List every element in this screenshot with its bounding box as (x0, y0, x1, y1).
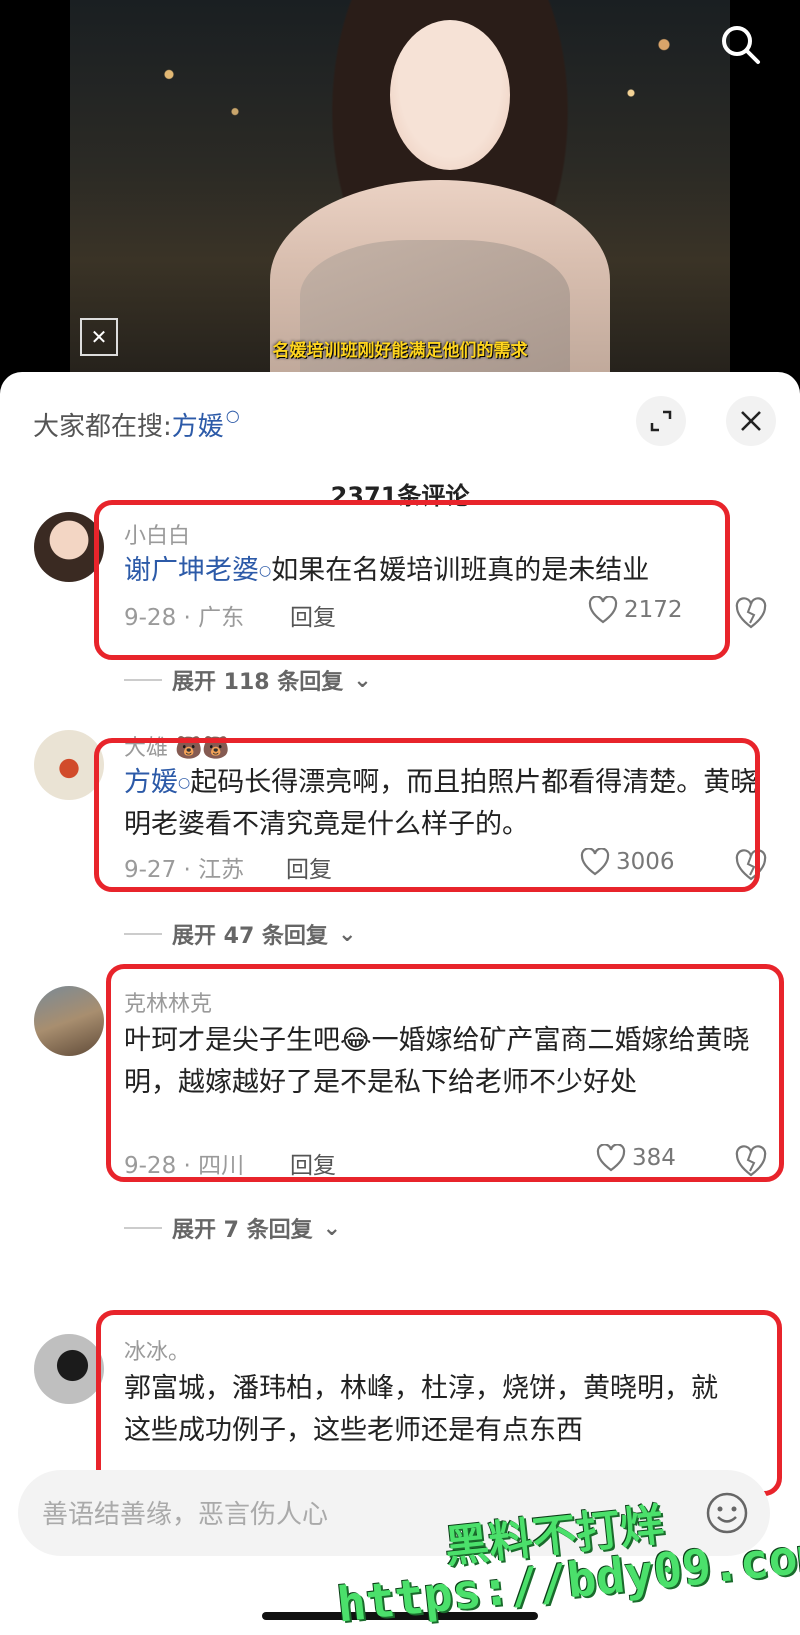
avatar[interactable] (34, 986, 104, 1056)
highlight-box (94, 500, 730, 660)
avatar[interactable] (34, 1334, 104, 1404)
emoji-icon[interactable] (704, 1490, 750, 1536)
expand-replies-button[interactable]: 展开 118 条回复 ⌄ (124, 664, 372, 696)
expand-replies-button[interactable]: 展开 7 条回复 ⌄ (124, 1212, 341, 1244)
trending-prefix: 大家都在搜: (33, 412, 172, 442)
comments-header: 大家都在搜:方媛 ○ 2371条评论 (0, 372, 800, 510)
comment-item: 克林林克 叶珂才是尖子生吧😂一婚嫁给矿产富商二婚嫁给黄晓明，越嫁越好了是不是私下… (0, 964, 800, 1286)
divider-line (124, 1227, 162, 1229)
chevron-down-icon: ⌄ (322, 1215, 342, 1241)
close-button[interactable] (726, 396, 776, 446)
divider-line (124, 933, 162, 935)
divider-line (124, 679, 162, 681)
fullscreen-button[interactable] (636, 396, 686, 446)
search-small-icon: ○ (225, 406, 240, 425)
trending-search[interactable]: 大家都在搜:方媛 ○ (33, 406, 240, 443)
expand-icon (650, 410, 672, 432)
comment-input-placeholder: 善语结善缘，恶言伤人心 (42, 1500, 329, 1530)
comments-sheet: 大家都在搜:方媛 ○ 2371条评论 小白白 谢广坤老婆○如果在名媛培训班真的是未… (0, 372, 800, 1635)
expand-replies-label: 展开 7 条回复 (172, 1218, 313, 1243)
chevron-down-icon: ⌄ (337, 921, 357, 947)
highlight-box (106, 964, 784, 1182)
comment-item: 大雄 🐻🐻 方媛○起码长得漂亮啊，而且拍照片都看得清楚。黄晓明老婆看不清究竟是什… (0, 730, 800, 970)
video-subject-face (390, 20, 510, 170)
expand-replies-label: 展开 118 条回复 (172, 670, 344, 695)
dislike-icon[interactable] (734, 596, 768, 630)
chevron-down-icon: ⌄ (353, 667, 372, 693)
highlight-box (94, 738, 760, 892)
video-player[interactable]: ✕ 名媛培训班刚好能满足他们的需求 (0, 0, 800, 372)
search-button[interactable] (718, 22, 762, 66)
close-icon (741, 411, 761, 431)
search-icon (722, 26, 760, 64)
comment-item: 冰冰。 郭富城，潘玮柏，林峰，杜淳，烧饼，黄晓明，就这些成功例子，这些老师还是有… (0, 1310, 800, 1496)
expand-replies-label: 展开 47 条回复 (172, 924, 328, 949)
highlight-box (96, 1310, 782, 1496)
video-subtitle: 名媛培训班刚好能满足他们的需求 (272, 341, 528, 361)
trending-keyword[interactable]: 方媛 (172, 412, 224, 442)
expand-replies-button[interactable]: 展开 47 条回复 ⌄ (124, 918, 356, 950)
